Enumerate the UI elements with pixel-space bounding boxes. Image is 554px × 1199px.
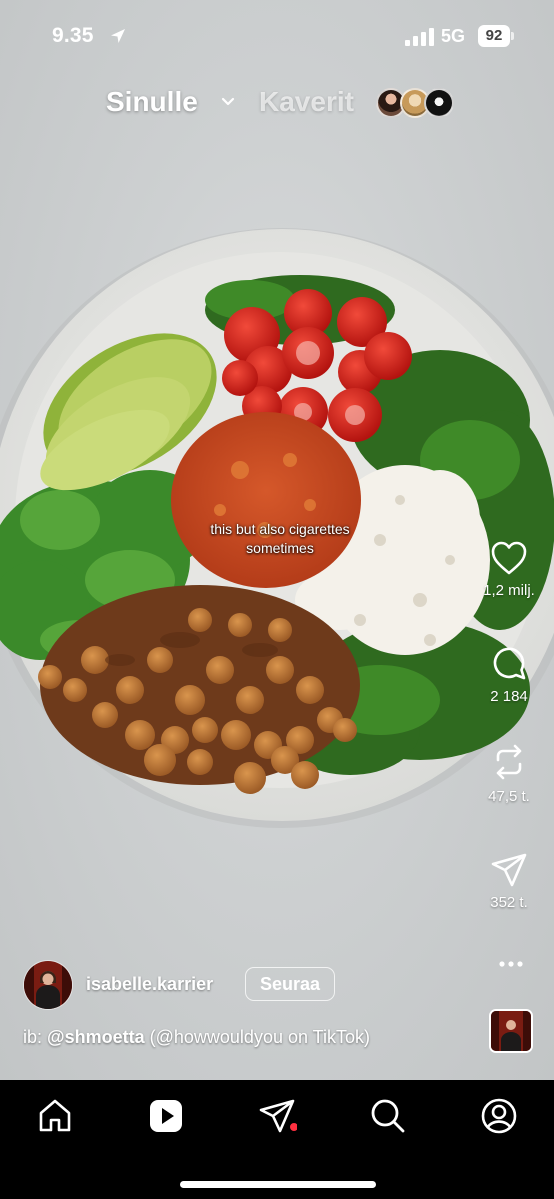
chevron-down-icon[interactable]	[220, 96, 236, 108]
battery-icon: 92	[478, 25, 514, 47]
tab-for-you[interactable]: Sinulle	[106, 86, 198, 118]
comment-icon[interactable]	[490, 644, 528, 682]
friend-avatar	[424, 88, 454, 118]
location-arrow-icon	[111, 29, 125, 43]
nav-send[interactable]	[257, 1096, 298, 1136]
battery-level: 92	[478, 25, 510, 47]
like-count: 1,2 milj.	[483, 582, 535, 599]
network-type: 5G	[441, 26, 466, 46]
description-rest: (@howwouldyou on TikTok)	[149, 1027, 370, 1047]
audio-thumbnail[interactable]	[489, 1009, 533, 1053]
notification-dot	[290, 1123, 298, 1131]
repost-action[interactable]: 47,5 t.	[464, 742, 554, 805]
nav-home[interactable]	[35, 1096, 75, 1136]
reel-description[interactable]: ib: @shmoetta (@howwouldyou on TikTok)	[23, 1027, 370, 1048]
avatar-image	[24, 961, 72, 1009]
feed-tabs: Sinulle Kaverit	[0, 84, 554, 124]
status-bar: 9.35 5G 92	[0, 22, 554, 52]
audio-cover-image	[491, 1011, 531, 1051]
home-indicator[interactable]	[180, 1181, 376, 1188]
repost-count: 47,5 t.	[488, 788, 530, 805]
signal-icon	[405, 28, 434, 46]
like-action[interactable]: 1,2 milj.	[464, 540, 554, 599]
share-count: 352 t.	[490, 894, 528, 911]
battery-cap	[511, 32, 514, 40]
send-icon[interactable]	[490, 852, 528, 888]
description-mention[interactable]: @shmoetta	[47, 1027, 145, 1047]
author-username[interactable]: isabelle.karrier	[86, 974, 213, 995]
share-action[interactable]: 352 t.	[464, 852, 554, 911]
nav-reels[interactable]	[146, 1096, 186, 1136]
home-icon[interactable]	[35, 1096, 75, 1136]
reels-icon[interactable]	[146, 1096, 186, 1136]
tab-friends[interactable]: Kaverit	[259, 86, 354, 118]
repost-icon[interactable]	[490, 742, 528, 782]
send-icon[interactable]	[257, 1096, 298, 1136]
status-time: 9.35	[52, 24, 94, 47]
reel-video[interactable]: 9.35 5G 92 Sinulle Kaverit this but also…	[0, 0, 554, 1080]
description-prefix: ib:	[23, 1027, 43, 1047]
search-icon[interactable]	[368, 1096, 408, 1136]
comment-action[interactable]: 2 184	[464, 644, 554, 705]
author-avatar[interactable]	[23, 960, 73, 1010]
follow-button[interactable]: Seuraa	[245, 967, 335, 1001]
more-options-icon[interactable]	[498, 958, 524, 970]
video-caption: this but also cigarettes sometimes	[210, 521, 350, 556]
nav-profile[interactable]	[479, 1096, 519, 1136]
heart-icon[interactable]	[490, 540, 528, 576]
friend-avatars[interactable]	[376, 88, 454, 118]
nav-search[interactable]	[368, 1096, 408, 1136]
comment-count: 2 184	[490, 688, 528, 705]
profile-icon[interactable]	[479, 1096, 519, 1136]
